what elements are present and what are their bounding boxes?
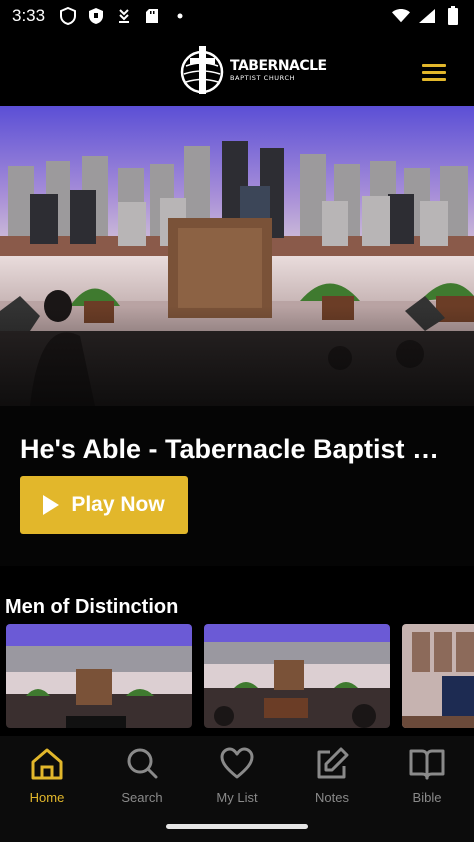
logo-subtitle: BAPTIST CHURCH [230, 73, 296, 82]
video-thumbnail[interactable] [402, 624, 474, 728]
search-icon [127, 748, 158, 779]
video-thumbnail[interactable] [204, 624, 390, 728]
church-logo[interactable]: TABERNACLE BAPTIST CHURCH [180, 44, 327, 96]
nav-label-my-list: My List [216, 790, 258, 805]
nav-label-home: Home [29, 790, 65, 805]
play-now-label: Play Now [71, 493, 165, 516]
book-icon [409, 749, 445, 780]
nav-bible[interactable]: Bible [380, 746, 474, 810]
nav-notes[interactable]: Notes [285, 746, 379, 810]
video-carousel[interactable] [6, 624, 474, 728]
bottom-navigation: Home Search My List Notes Bible [0, 736, 474, 842]
hero-title: He's Able - Tabernacle Baptist Church [20, 434, 450, 464]
nav-label-bible: Bible [412, 790, 442, 805]
logo-cross-icon [180, 46, 224, 94]
dot-icon [171, 7, 189, 25]
nav-home[interactable]: Home [0, 746, 94, 810]
home-icon [31, 748, 63, 780]
status-time: 3:33 [12, 6, 46, 25]
battery-icon [444, 6, 462, 25]
play-icon [43, 495, 60, 515]
shield-filled-icon [87, 7, 105, 25]
status-bar: 3:33 [0, 0, 474, 32]
wifi-icon [392, 7, 410, 25]
hamburger-menu-icon[interactable] [422, 64, 446, 82]
download-icon [115, 7, 133, 25]
men-of-distinction-section: Men of Distinction [0, 566, 474, 736]
nav-label-notes: Notes [315, 790, 349, 805]
sd-card-icon [143, 7, 161, 25]
app-header: TABERNACLE BAPTIST CHURCH [0, 32, 474, 106]
logo-text: TABERNACLE BAPTIST CHURCH [230, 59, 327, 82]
edit-note-icon [317, 747, 349, 779]
heart-icon [220, 747, 254, 779]
nav-label-search: Search [121, 790, 163, 805]
nav-my-list[interactable]: My List [190, 746, 284, 810]
signal-icon [418, 7, 436, 25]
home-indicator[interactable] [166, 824, 308, 829]
shield-icon [59, 7, 77, 25]
video-thumbnail[interactable] [6, 624, 192, 728]
play-now-button[interactable]: Play Now [20, 476, 188, 534]
status-left-icons [59, 7, 189, 25]
section-title: Men of Distinction [5, 596, 179, 618]
status-right-icons [392, 6, 462, 25]
featured-hero[interactable]: He's Able - Tabernacle Baptist Church Pl… [0, 106, 474, 566]
logo-title: TABERNACLE [230, 57, 327, 74]
nav-search[interactable]: Search [95, 746, 189, 810]
